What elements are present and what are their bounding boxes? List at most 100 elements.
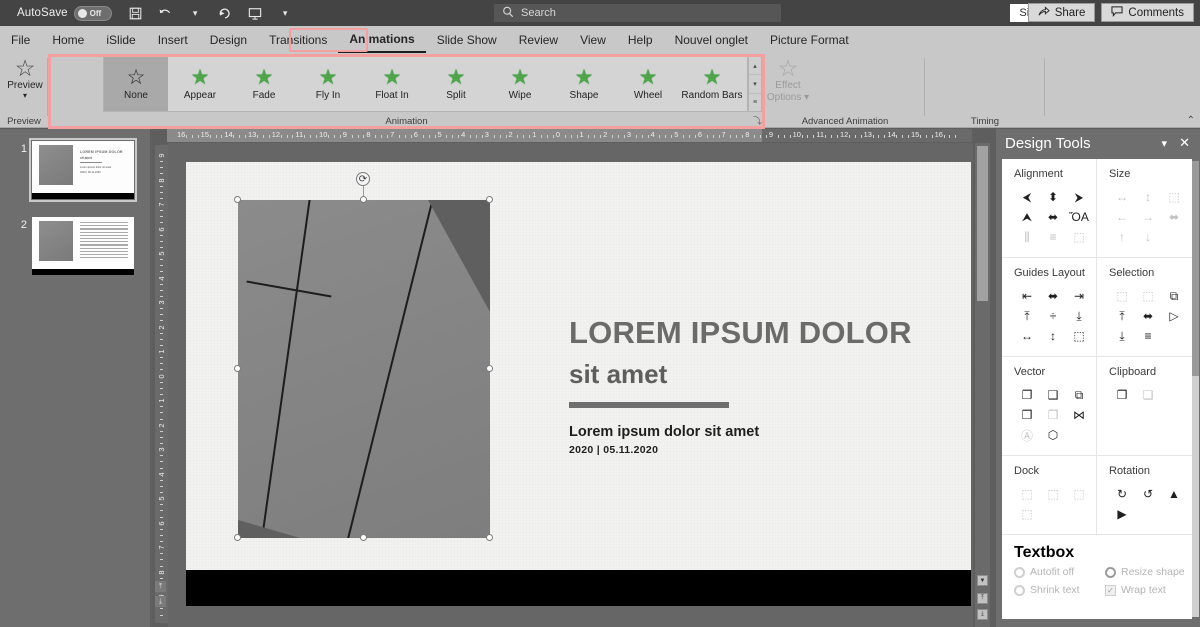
slide-surface[interactable]: ⟳ LOREM IPSUM DOLOR sit amet Lorem ipsum… [186,162,971,606]
animation-gallery[interactable]: ☆ None ★ Appear ★ Fade ★ Fly In ★ Float In ★ Split ★… [103,56,748,112]
align-to-slide-icon[interactable]: ⬚ [1066,227,1092,247]
guide-center-icon[interactable]: ⬌ [1040,286,1066,306]
search-box[interactable]: Search [494,4,781,22]
select-middle-icon[interactable]: ⬌ [1135,306,1161,326]
thumbnail-image[interactable] [32,217,134,275]
tab-islide[interactable]: iSlide [95,26,146,53]
select-top-icon[interactable]: ⤒ [1109,306,1135,326]
tab-insert[interactable]: Insert [147,26,199,53]
animation-effect-random-bars[interactable]: ★ Random Bars [680,57,744,111]
slide-vertical-scrollbar[interactable]: ▼ ⤒ ⤓ [975,143,990,627]
share-button[interactable]: Share [1027,3,1096,22]
animation-effect-none[interactable]: ☆ None [104,57,168,111]
textbox-option-shrink-text[interactable]: Shrink text [1014,584,1101,596]
align-right-icon[interactable]: ⮞ [1066,187,1092,207]
undo-icon[interactable] [156,4,175,23]
animation-effect-wipe[interactable]: ★ Wipe [488,57,552,111]
guide-left-icon[interactable]: ⇤ [1014,286,1040,306]
building-photo[interactable] [238,200,490,538]
resize-handle-se[interactable] [486,534,493,541]
radio-button[interactable] [1014,584,1025,596]
animation-effect-split[interactable]: ★ Split [424,57,488,111]
distribute-horizontal-icon[interactable]: ⫼ [1014,227,1040,247]
next-slide-button[interactable]: ⤓ [155,596,166,607]
dock-right-icon[interactable]: ⬚ [1040,484,1066,504]
gallery-scroll-up-button[interactable]: ▴ [749,57,761,76]
distribute-vertical-icon[interactable]: ≡ [1040,227,1066,247]
edit-points-icon[interactable]: ⋈ [1066,405,1092,425]
resize-handle-e[interactable] [486,365,493,372]
textbox-option-autofit-off[interactable]: Autofit off [1014,566,1101,578]
dock-left-icon[interactable]: ⬚ [1014,484,1040,504]
rotate-handle[interactable]: ⟳ [356,172,370,186]
paste-icon[interactable]: ❑ [1135,385,1161,405]
resize-handle-ne[interactable] [486,196,493,203]
save-icon[interactable] [126,4,145,23]
tab-picture-format[interactable]: Picture Format [759,26,860,53]
scroll-prev-slide-button[interactable]: ⤒ [977,593,988,604]
text-to-shape-icon[interactable]: Ⓐ [1014,425,1040,445]
preview-caret-icon[interactable]: ▾ [5,91,45,100]
tab-view[interactable]: View [569,26,617,53]
undo-dropdown-icon[interactable]: ▾ [186,4,205,23]
animation-effect-shape[interactable]: ★ Shape [552,57,616,111]
slide-subtitle[interactable]: sit amet [569,358,667,390]
tab-file[interactable]: File [0,26,41,53]
resize-handle-w[interactable] [234,365,241,372]
select-bottom-icon[interactable]: ⤓ [1109,326,1135,346]
previous-slide-button[interactable]: ⤒ [155,581,166,592]
textbox-option-wrap-text[interactable]: ✓ Wrap text [1105,584,1192,596]
slide-thumbnail-pane[interactable]: 1 LOREM IPSUM DOLOR sit amet Lorem ipsum… [0,129,150,627]
comments-button[interactable]: Comments [1101,3,1194,22]
scroll-next-slide-button[interactable]: ⤓ [977,609,988,620]
dock-bottom-icon[interactable]: ⬚ [1014,504,1040,524]
select-same-size-icon[interactable]: ⬚ [1109,286,1135,306]
guide-width-icon[interactable]: ↔ [1014,326,1040,346]
resize-handle-n[interactable] [360,196,367,203]
slide-canvas-area[interactable]: ⟳ LOREM IPSUM DOLOR sit amet Lorem ipsum… [168,143,973,627]
align-left-icon[interactable]: ⮜ [1014,187,1040,207]
redo-icon[interactable] [216,4,235,23]
guide-frame-icon[interactable]: ⬚ [1066,326,1092,346]
union-icon[interactable]: ❐ [1014,385,1040,405]
rotate-right-icon[interactable]: ↻ [1109,484,1135,504]
scrollbar-thumb[interactable] [1192,161,1199,376]
gallery-more-button[interactable]: ≡ [749,94,761,111]
design-tools-close-icon[interactable]: ✕ [1179,135,1190,151]
rotate-left-icon[interactable]: ↺ [1135,484,1161,504]
animation-effect-wheel[interactable]: ★ Wheel [616,57,680,111]
extend-bottom-icon[interactable]: ↓ [1135,227,1161,247]
customize-qat-icon[interactable]: ▾ [276,4,295,23]
guide-top-icon[interactable]: ⤒ [1014,306,1040,326]
guide-bottom-icon[interactable]: ⤓ [1066,306,1092,326]
combine-icon[interactable]: ❑ [1040,385,1066,405]
match-width-icon[interactable]: ↔ [1109,187,1135,207]
extend-top-icon[interactable]: ↑ [1109,227,1135,247]
autosave-toggle[interactable]: Off [73,5,112,21]
dock-top-icon[interactable]: ⬚ [1066,484,1092,504]
flip-horizontal-icon[interactable]: ▶ [1109,504,1135,524]
slide-title[interactable]: LOREM IPSUM DOLOR [569,314,912,352]
match-height-icon[interactable]: ↕ [1135,187,1161,207]
extend-left-icon[interactable]: ← [1109,207,1135,227]
textbox-option-resize-shape[interactable]: Resize shape [1105,566,1192,578]
slide-body-line-1[interactable]: Lorem ipsum dolor sit amet [569,424,759,440]
preview-button[interactable]: ☆ Preview ▾ [5,56,45,100]
extend-right-icon[interactable]: → [1135,207,1161,227]
tab-nouvel-onglet[interactable]: Nouvel onglet [664,26,759,53]
resize-handle-sw[interactable] [234,534,241,541]
resize-handle-nw[interactable] [234,196,241,203]
guide-right-icon[interactable]: ⇥ [1066,286,1092,306]
animation-effect-fade[interactable]: ★ Fade [232,57,296,111]
tab-home[interactable]: Home [41,26,95,53]
thumbnail-slide-1[interactable]: 1 LOREM IPSUM DOLOR sit amet Lorem ipsum… [10,138,137,202]
animation-effect-fly-in[interactable]: ★ Fly In [296,57,360,111]
copy-icon[interactable]: ❐ [1109,385,1135,405]
guide-middle-icon[interactable]: ÷ [1040,306,1066,326]
radio-button[interactable] [1105,566,1116,578]
scroll-down-button[interactable]: ▼ [977,575,988,586]
thumbnail-slide-2[interactable]: 2 [10,217,134,275]
select-all-icon[interactable]: ⧉ [1161,286,1187,306]
scrollbar-thumb[interactable] [977,146,988,301]
animation-effect-appear[interactable]: ★ Appear [168,57,232,111]
